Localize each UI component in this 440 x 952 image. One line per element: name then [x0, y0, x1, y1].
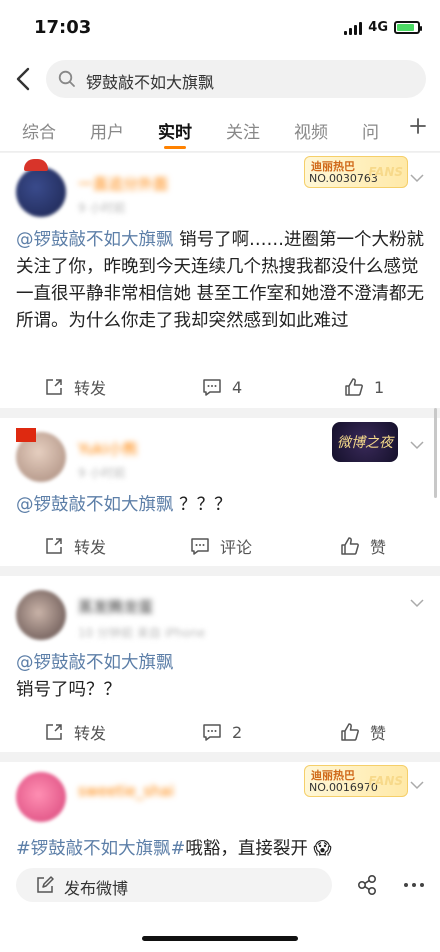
divider — [0, 752, 440, 762]
post-time: 10 分钟前 来自 iPhone — [78, 626, 206, 640]
flag-icon — [16, 428, 36, 442]
post-card[interactable]: Yuki小熊 9 小时前 微博之夜 @锣鼓敲不如大旗飘 ？？？ 转发 评论 赞 — [0, 418, 440, 566]
comment-label: 评论 — [220, 538, 253, 557]
post-body: ？？？ — [173, 495, 232, 515]
avatar[interactable] — [16, 772, 66, 822]
comment-icon — [203, 379, 221, 396]
active-tab-indicator — [164, 146, 186, 149]
battery-icon — [394, 21, 422, 34]
avatar[interactable] — [16, 167, 66, 217]
search-query: 锣鼓敲不如大旗飘 — [86, 73, 215, 92]
event-badge: 微博之夜 — [332, 422, 398, 462]
like-label: 赞 — [370, 724, 387, 743]
repost-icon — [46, 724, 62, 740]
plus-icon[interactable] — [408, 116, 428, 136]
chevron-down-icon[interactable] — [410, 173, 424, 183]
divider — [0, 408, 440, 418]
post-text: @锣鼓敲不如大旗飘 销号了啊……进圈第一个大粉就关注了你，昨晚到今天连续几个热搜… — [16, 227, 426, 335]
post-actions: 转发 评论 赞 — [0, 526, 440, 566]
tab-video[interactable]: 视频 — [294, 118, 328, 143]
share-icon[interactable] — [356, 874, 378, 896]
fan-badge: 迪丽热巴 NO.0030763 FANS — [304, 156, 408, 188]
comment-button[interactable]: 评论 — [190, 526, 252, 566]
mention-link[interactable]: @锣鼓敲不如大旗飘 — [16, 495, 174, 515]
like-button[interactable]: 赞 — [340, 712, 386, 752]
thumbs-up-icon — [341, 723, 359, 741]
repost-label: 转发 — [74, 379, 107, 398]
repost-button[interactable]: 转发 — [44, 367, 106, 407]
badge-fans: FANS — [368, 774, 403, 788]
post-actions: 转发 2 赞 — [0, 712, 440, 752]
thumbs-up-icon — [345, 378, 363, 396]
network-label: 4G — [368, 20, 388, 35]
compose-label: 发布微博 — [64, 879, 129, 898]
comment-button[interactable]: 2 — [202, 712, 242, 752]
scrollbar[interactable] — [434, 408, 437, 498]
post-card[interactable]: 一直追分外面 9 小时前 迪丽热巴 NO.0030763 FANS @锣鼓敲不如… — [0, 153, 440, 408]
username[interactable]: Yuki小熊 — [78, 438, 138, 459]
status-indicators: 4G — [344, 20, 422, 35]
compose-button[interactable]: 发布微博 — [16, 868, 332, 902]
thumbs-up-icon — [341, 537, 359, 555]
username[interactable]: sweetie_shai — [78, 782, 174, 800]
post-body: 销号了吗？？ — [16, 680, 121, 700]
repost-button[interactable]: 转发 — [44, 526, 106, 566]
fan-badge: 迪丽热巴 NO.0016970 FANS — [304, 765, 408, 797]
chevron-down-icon[interactable] — [410, 780, 424, 790]
tab-comprehensive[interactable]: 综合 — [22, 118, 56, 143]
chevron-down-icon[interactable] — [410, 440, 424, 450]
post-actions: 转发 4 1 — [0, 367, 440, 407]
tab-users[interactable]: 用户 — [90, 118, 124, 143]
mention-link[interactable]: @锣鼓敲不如大旗飘 — [16, 230, 174, 250]
tab-questions[interactable]: 问 — [362, 118, 379, 143]
repost-button[interactable]: 转发 — [44, 712, 106, 752]
edit-icon — [37, 876, 54, 893]
status-time: 17:03 — [34, 17, 92, 38]
more-icon[interactable] — [403, 874, 425, 896]
bottom-bar: 发布微博 — [0, 856, 440, 952]
comment-icon — [203, 724, 221, 741]
username[interactable]: 蒸发腾龙蛋 — [78, 596, 153, 617]
like-count: 1 — [374, 377, 385, 397]
search-input[interactable]: 锣鼓敲不如大旗飘 — [46, 60, 426, 98]
comment-count: 4 — [232, 377, 243, 397]
comment-count: 2 — [232, 722, 243, 742]
post-text: @锣鼓敲不如大旗飘 销号了吗？？ — [16, 650, 426, 704]
like-label: 赞 — [370, 538, 387, 557]
repost-icon — [46, 538, 62, 554]
status-bar: 17:03 4G — [0, 0, 440, 56]
comment-icon — [191, 538, 209, 555]
tab-following[interactable]: 关注 — [226, 118, 260, 143]
home-indicator[interactable] — [142, 936, 298, 941]
search-icon — [58, 70, 75, 87]
search-tabs: 综合 用户 实时 关注 视频 问 — [0, 102, 440, 152]
signal-icon — [344, 21, 363, 35]
avatar[interactable] — [16, 590, 66, 640]
repost-icon — [46, 379, 62, 395]
search-header: 锣鼓敲不如大旗飘 — [0, 56, 440, 102]
repost-label: 转发 — [74, 538, 107, 557]
battery-level — [397, 24, 414, 31]
santa-hat-icon — [24, 159, 48, 171]
repost-label: 转发 — [74, 724, 107, 743]
back-arrow-icon[interactable] — [12, 66, 36, 92]
like-button[interactable]: 1 — [344, 367, 384, 407]
mention-link[interactable]: @锣鼓敲不如大旗飘 — [16, 650, 426, 677]
like-button[interactable]: 赞 — [340, 526, 386, 566]
post-text: @锣鼓敲不如大旗飘 ？？？ — [16, 492, 426, 519]
post-time: 9 小时前 — [78, 466, 126, 480]
post-card[interactable]: 蒸发腾龙蛋 10 分钟前 来自 iPhone @锣鼓敲不如大旗飘 销号了吗？？ … — [0, 576, 440, 752]
comment-button[interactable]: 4 — [202, 367, 242, 407]
post-time: 9 小时前 — [78, 201, 126, 215]
badge-fans: FANS — [368, 165, 403, 179]
divider — [0, 566, 440, 576]
username[interactable]: 一直追分外面 — [78, 173, 168, 194]
post-card[interactable]: sweetie_shai 迪丽热巴 NO.0016970 FANS #锣鼓敲不如… — [0, 762, 440, 859]
tab-realtime[interactable]: 实时 — [158, 118, 192, 143]
chevron-down-icon[interactable] — [410, 598, 424, 608]
